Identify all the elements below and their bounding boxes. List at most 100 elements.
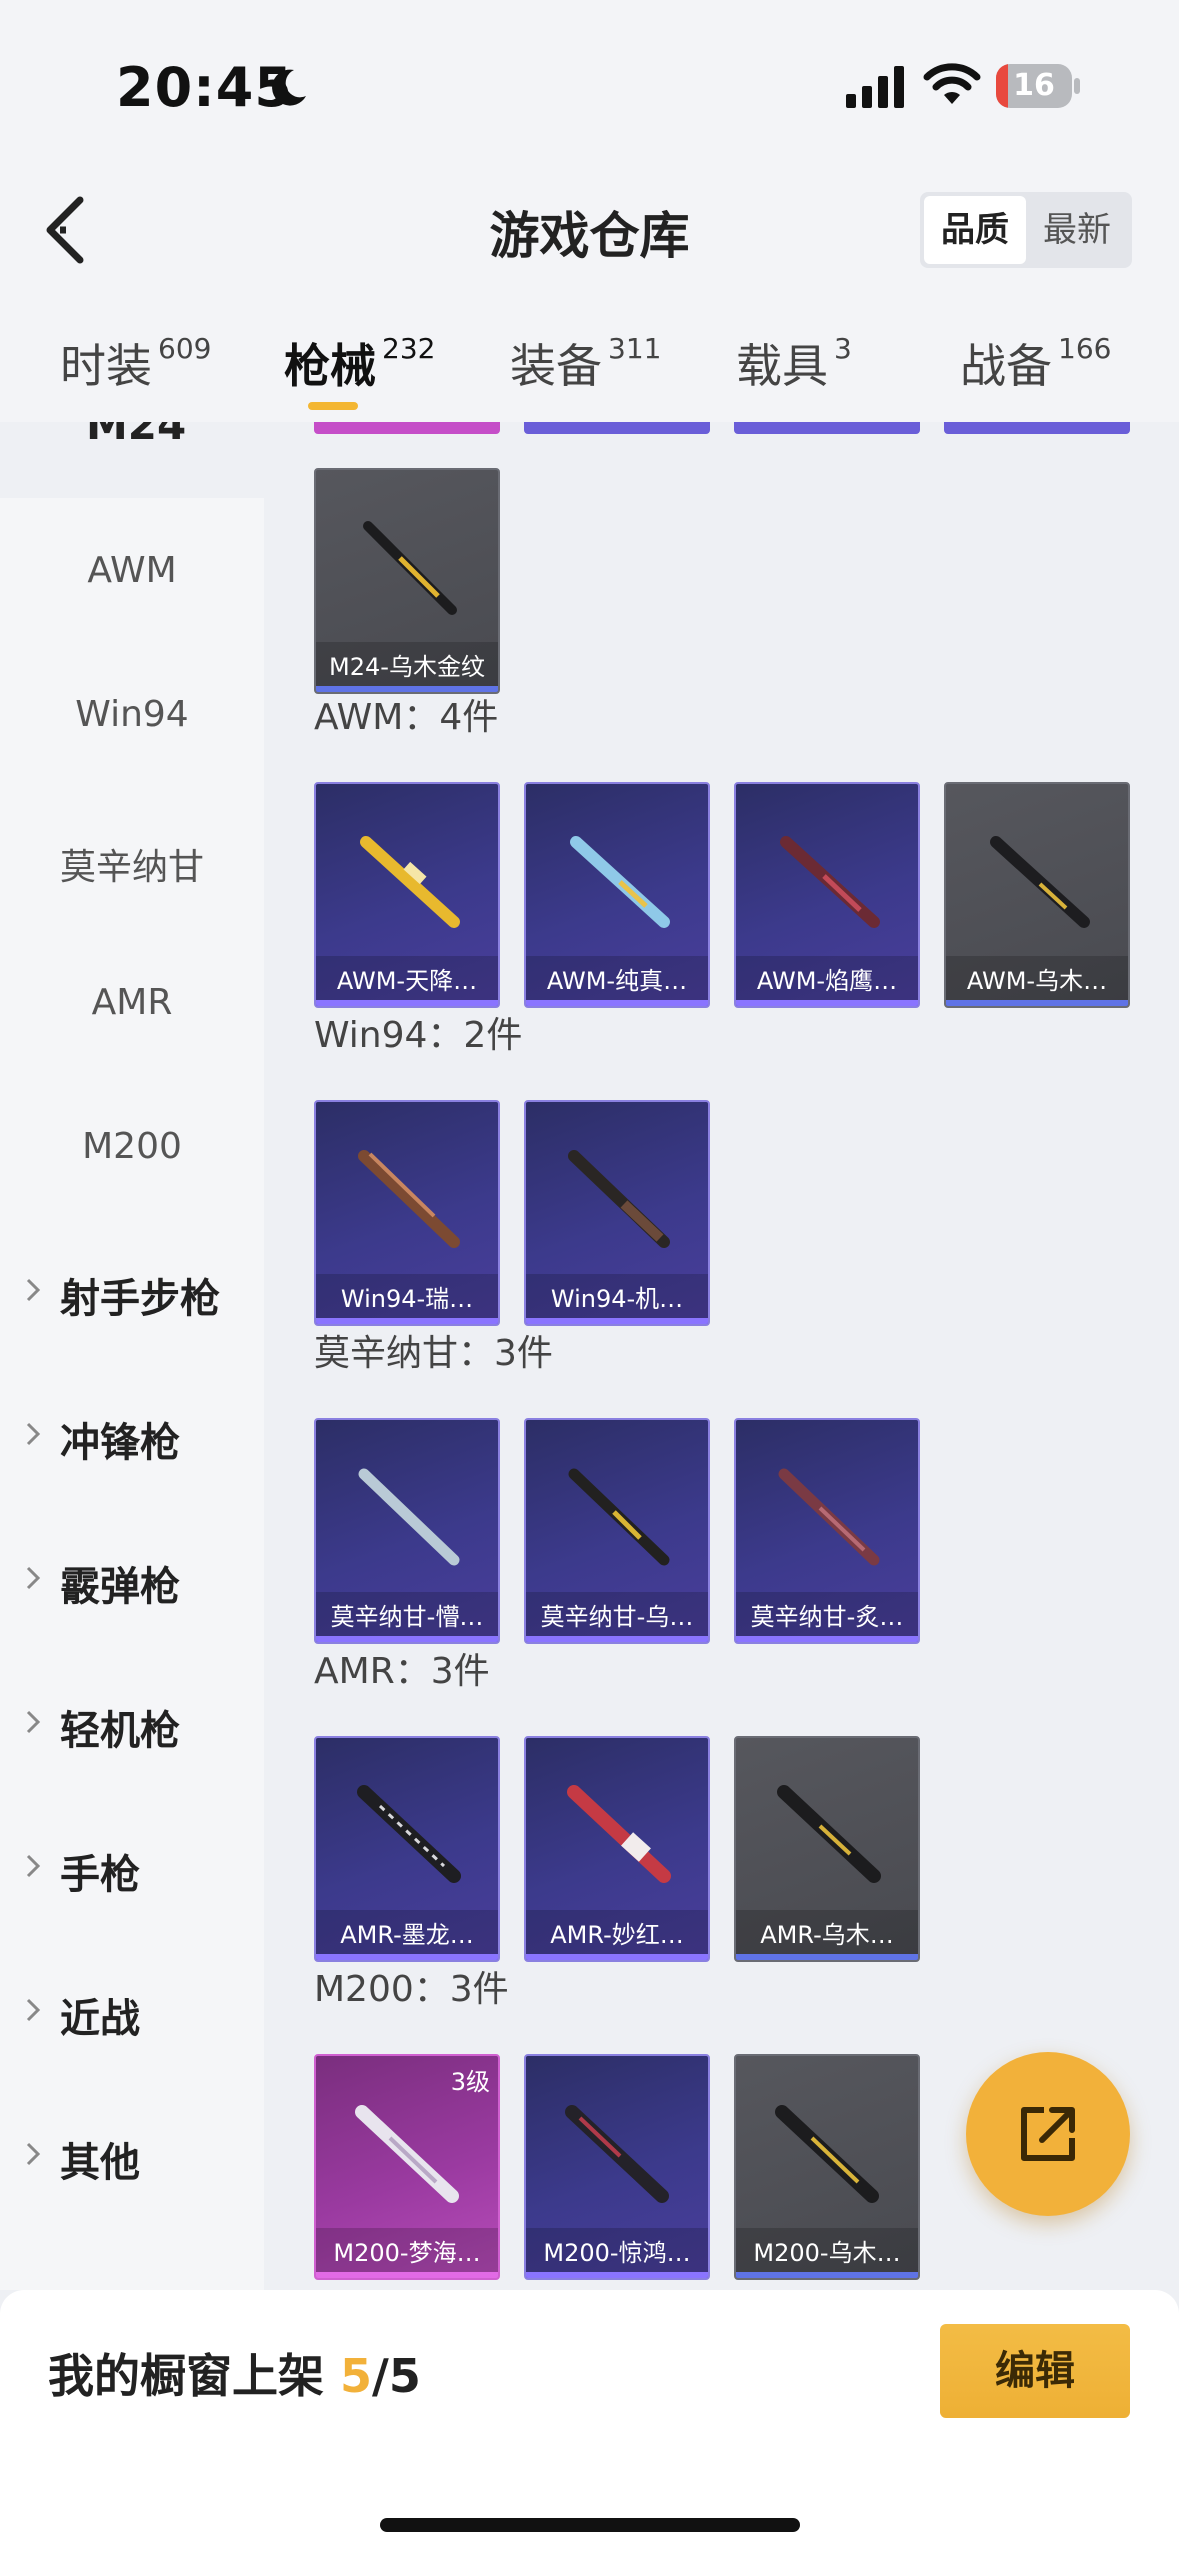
weapon-card[interactable]: AMR-乌木… (734, 1736, 920, 1962)
item-name: AWM-乌木… (966, 967, 1108, 995)
card-stub[interactable] (734, 422, 920, 434)
weapon-card[interactable]: 莫辛纳甘-懵… (314, 1418, 500, 1644)
item-name: 莫辛纳甘-懵… (330, 1603, 484, 1631)
sniper-rifle-icon (990, 836, 1090, 928)
item-name: 莫辛纳甘-乌… (540, 1603, 694, 1631)
sidebar-item-win94[interactable]: Win94 (0, 664, 264, 764)
active-tab-underline (308, 402, 358, 410)
tab-count: 166 (1058, 332, 1112, 365)
item-name: Win94-机… (550, 1285, 684, 1313)
tab-label: 载具 (736, 339, 828, 393)
chevron-right-icon (26, 1422, 41, 1446)
sidebar-group-pistol[interactable]: 手枪 (0, 1816, 264, 1916)
tab-vehicles[interactable]: 载具 3 (736, 330, 852, 410)
sidebar-group-melee[interactable]: 近战 (0, 1960, 264, 2060)
weapon-card[interactable]: AWM-纯真… (524, 782, 710, 1008)
sniper-rifle-icon (775, 2105, 879, 2203)
weapon-card[interactable]: AWM-天降… (314, 782, 500, 1008)
share-icon (1021, 2107, 1075, 2161)
weapon-card[interactable]: 3级 M200-梦海… (314, 2054, 500, 2280)
weapon-card[interactable]: M200-惊鸿… (524, 2054, 710, 2280)
sort-option-quality[interactable]: 品质 (924, 196, 1026, 264)
battery-indicator: 16 (996, 64, 1080, 108)
weapon-grid: M24-乌木金纹 AWM：4件 AWM-天降… AWM-纯真… AWM-焰鹰… (264, 422, 1179, 2290)
card-stub[interactable] (314, 422, 500, 434)
rifle-icon (358, 1468, 460, 1566)
weapon-card[interactable]: AMR-妙红… (524, 1736, 710, 1962)
rifle-icon (358, 1150, 460, 1248)
rifle-icon (568, 1468, 670, 1566)
weapon-card[interactable]: 莫辛纳甘-乌… (524, 1418, 710, 1644)
tab-count: 311 (608, 332, 662, 365)
share-button[interactable] (966, 2052, 1130, 2216)
battery-level: 16 (1013, 68, 1055, 103)
home-indicator[interactable] (380, 2518, 800, 2532)
item-name: 莫辛纳甘-炙… (750, 1603, 904, 1631)
card-stub[interactable] (524, 422, 710, 434)
sidebar-item-m24[interactable]: M24 (0, 422, 264, 498)
tab-supplies[interactable]: 战备 166 (960, 330, 1111, 410)
edit-button[interactable]: 编辑 (940, 2324, 1130, 2418)
sidebar-item-amr[interactable]: AMR (0, 952, 264, 1052)
section-title-m200: M200：3件 (314, 1969, 509, 2010)
item-name: AMR-妙红… (550, 1921, 684, 1949)
sidebar-item-label: M24 (86, 422, 187, 449)
sidebar-group-label: 射手步枪 (60, 1276, 220, 1322)
anti-materiel-rifle-icon (357, 1785, 461, 1883)
item-name: M200-乌木… (753, 2239, 901, 2267)
showcase-current: 5 (340, 2349, 373, 2403)
sidebar-item-awm[interactable]: AWM (0, 520, 264, 620)
weapon-card[interactable]: Win94-机… (524, 1100, 710, 1326)
tab-label: 时装 (60, 339, 152, 393)
anti-materiel-rifle-icon (567, 1785, 671, 1883)
showcase-label: 我的橱窗上架 (48, 2349, 324, 2403)
chevron-right-icon (26, 1710, 41, 1734)
weapon-card[interactable]: M24-乌木金纹 (314, 468, 500, 694)
sidebar-group-other[interactable]: 其他 (0, 2104, 264, 2204)
weapon-card[interactable]: Win94-瑞… (314, 1100, 500, 1326)
rifle-icon (568, 1150, 670, 1248)
card-stub[interactable] (944, 422, 1130, 434)
weapon-card[interactable]: AWM-焰鹰… (734, 782, 920, 1008)
item-name: AWM-焰鹰… (756, 967, 898, 995)
weapon-card[interactable]: M200-乌木… (734, 2054, 920, 2280)
category-tabs: 时装 609 枪械 232 装备 311 载具 3 战备 166 (0, 300, 1179, 422)
sidebar-group-lmg[interactable]: 轻机枪 (0, 1672, 264, 1772)
chevron-right-icon (26, 1998, 41, 2022)
tab-firearms[interactable]: 枪械 232 (284, 330, 435, 410)
showcase-total: /5 (372, 2349, 421, 2403)
weapon-card[interactable]: AMR-墨龙… (314, 1736, 500, 1962)
item-name: AWM-天降… (336, 967, 478, 995)
moon-icon (272, 69, 306, 106)
sidebar-item-label: AMR (91, 982, 173, 1023)
sidebar-item-label: AWM (87, 550, 177, 591)
sidebar-item-m200[interactable]: M200 (0, 1096, 264, 1196)
back-button[interactable] (36, 190, 96, 270)
tab-count: 609 (158, 332, 212, 365)
item-name: AMR-乌木… (760, 1921, 894, 1949)
sidebar-item-mosin[interactable]: 莫辛纳甘 (0, 808, 264, 908)
sidebar-group-smg[interactable]: 冲锋枪 (0, 1384, 264, 1484)
bottom-panel: 我的橱窗上架 5/5 编辑 (0, 2290, 1179, 2556)
sniper-rifle-icon (360, 836, 460, 928)
tab-fashion[interactable]: 时装 609 (60, 330, 211, 410)
weapon-card[interactable]: 莫辛纳甘-炙… (734, 1418, 920, 1644)
tab-count: 3 (834, 332, 852, 365)
header: 游戏仓库 品质 最新 (0, 160, 1179, 300)
chevron-right-icon (26, 1278, 41, 1302)
cellular-signal-icon (846, 66, 904, 108)
section-title-amr: AMR：3件 (314, 1651, 490, 1692)
tab-equipment[interactable]: 装备 311 (510, 330, 661, 410)
weapon-card[interactable]: AWM-乌木… (944, 782, 1130, 1008)
tab-count: 232 (382, 332, 436, 365)
chevron-left-icon (46, 196, 84, 264)
section-title-awm: AWM：4件 (314, 697, 499, 738)
chevron-right-icon (26, 1854, 41, 1878)
sidebar-group-marksman-rifle[interactable]: 射手步枪 (0, 1240, 264, 1340)
sort-option-newest[interactable]: 最新 (1026, 196, 1128, 264)
sidebar-group-shotgun[interactable]: 霰弹枪 (0, 1528, 264, 1628)
item-name: M200-梦海… (333, 2239, 481, 2267)
sidebar-item-label: Win94 (75, 694, 189, 735)
tab-label: 枪械 (284, 339, 376, 393)
item-name: AMR-墨龙… (340, 1921, 474, 1949)
